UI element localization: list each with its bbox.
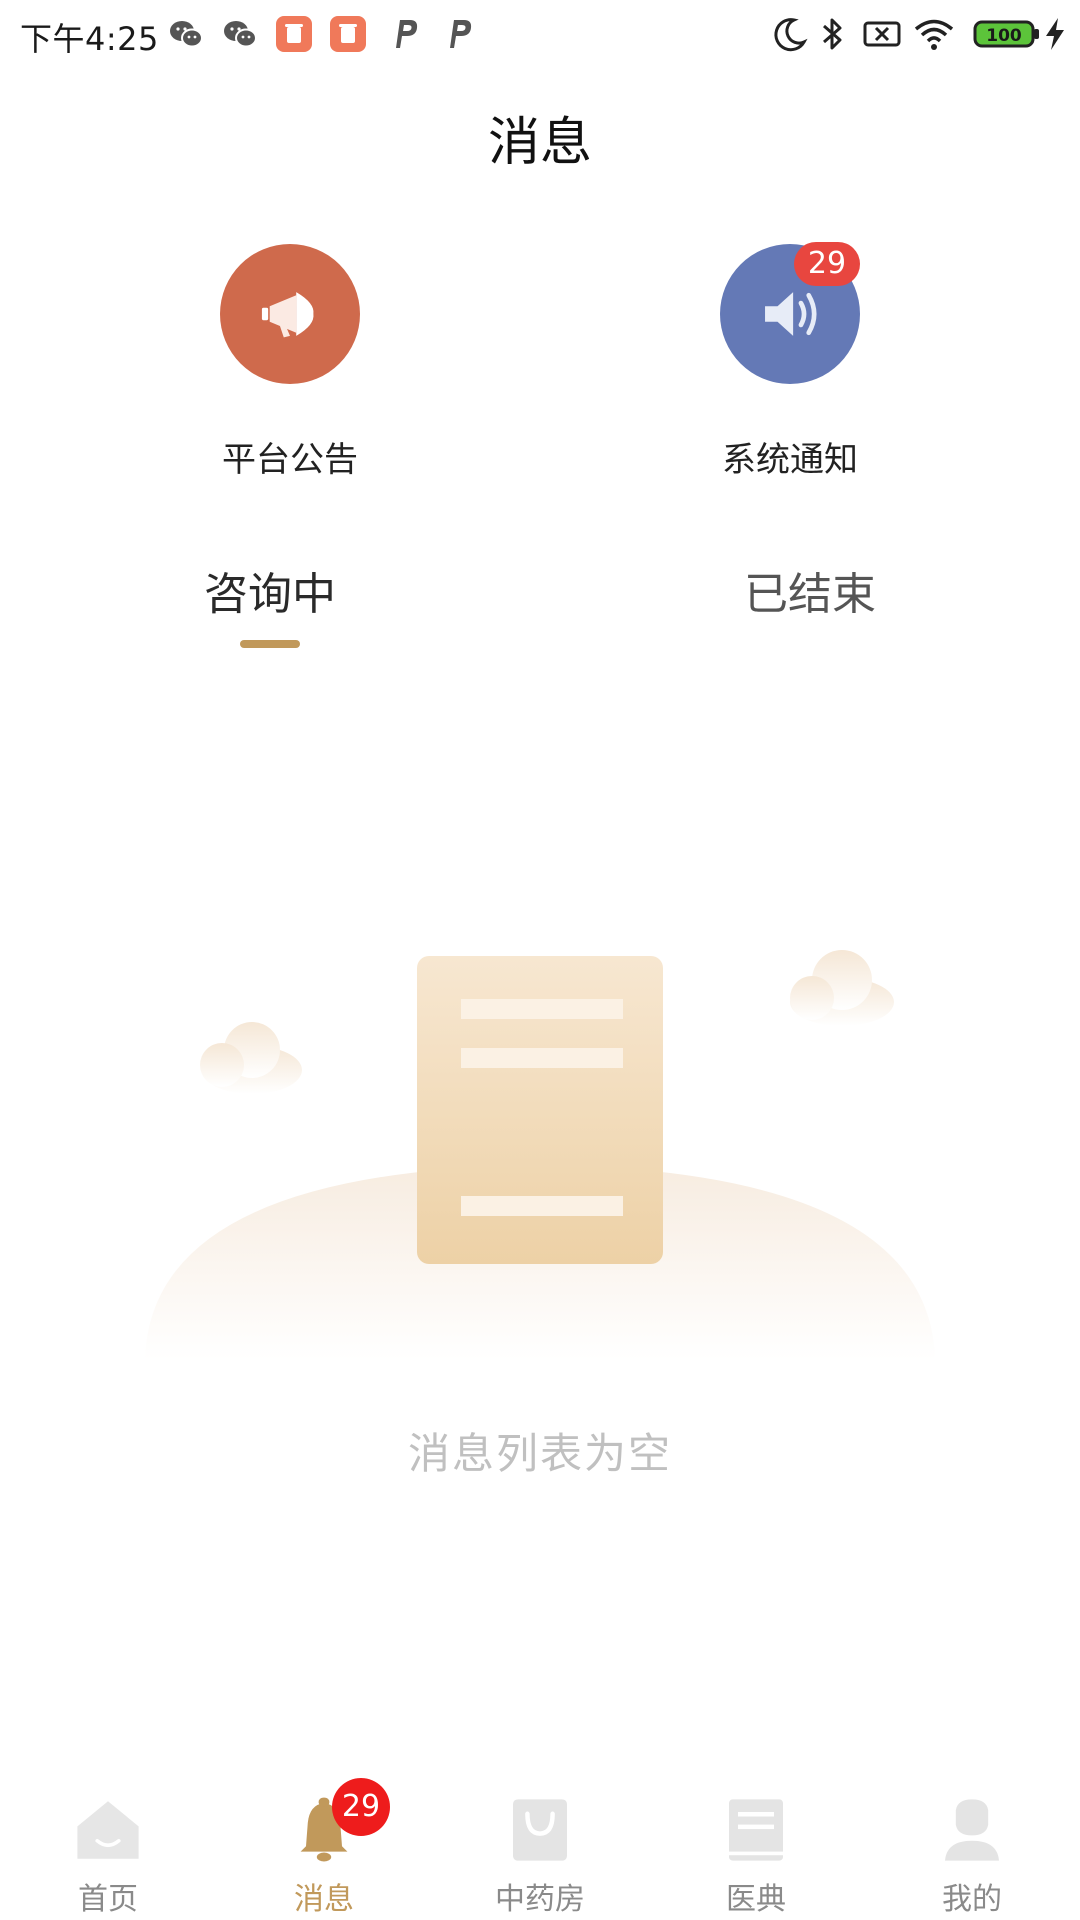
status-time: 下午4:25 — [20, 20, 159, 58]
nav-medical-book-label: 医典 — [726, 1882, 786, 1917]
charging-icon — [1040, 14, 1070, 54]
system-notification-label: 系统通知 — [722, 440, 858, 480]
wechat-icon — [166, 14, 206, 54]
user-icon — [932, 1790, 1012, 1870]
app-icon — [274, 14, 314, 54]
cloud-right — [790, 950, 894, 1026]
wechat-icon — [220, 14, 260, 54]
platform-announcement-shortcut[interactable]: 平台公告 — [170, 244, 410, 481]
battery-level-text: 100 — [986, 26, 1022, 46]
speaker-icon: 29 — [720, 242, 860, 384]
tab-consulting[interactable]: 咨询中 — [170, 558, 370, 622]
nav-pharmacy[interactable]: 中药房 — [432, 1776, 648, 1920]
nav-pharmacy-label: 中药房 — [495, 1882, 585, 1917]
nav-messages-label: 消息 — [294, 1882, 354, 1917]
tab-ended-label: 已结束 — [744, 569, 876, 620]
nav-home-label: 首页 — [78, 1882, 138, 1917]
tab-active-indicator — [240, 640, 300, 648]
messages-screen: 下午4:25 100 消息 平台公告 29 系统通知 咨询中 已结束 消息列表为… — [0, 0, 1080, 1920]
moon-icon — [770, 14, 810, 54]
nav-messages[interactable]: 29 消息 — [216, 1776, 432, 1920]
status-bar: 下午4:25 100 — [0, 0, 1080, 72]
nav-profile[interactable]: 我的 — [864, 1776, 1080, 1920]
p-icon — [438, 14, 478, 54]
notification-badge: 29 — [794, 242, 860, 286]
book-icon — [716, 1790, 796, 1870]
system-notification-shortcut[interactable]: 29 系统通知 — [670, 242, 910, 481]
bluetooth-icon — [812, 14, 852, 54]
platform-announcement-label: 平台公告 — [222, 440, 358, 480]
empty-state-message: 消息列表为空 — [407, 1429, 672, 1478]
shopping-bag-icon — [500, 1790, 580, 1870]
bell-icon: 29 — [284, 1778, 390, 1870]
tab-ended[interactable]: 已结束 — [710, 558, 910, 622]
battery-icon: 100 — [972, 14, 1042, 54]
p-icon — [384, 14, 424, 54]
nav-profile-label: 我的 — [942, 1882, 1002, 1917]
tab-consulting-label: 咨询中 — [204, 569, 336, 620]
cloud-left — [200, 1022, 302, 1094]
bottom-navigation: 首页 29 消息 中药房 医典 我的 — [0, 1776, 1080, 1920]
nav-home[interactable]: 首页 — [0, 1776, 216, 1920]
page-title: 消息 — [487, 113, 592, 173]
megaphone-icon — [220, 244, 360, 384]
document-icon — [417, 956, 663, 1264]
nav-medical-book[interactable]: 医典 — [648, 1776, 864, 1920]
no-sim-icon — [862, 14, 902, 54]
empty-state-illustration — [0, 940, 1080, 1360]
messages-badge: 29 — [332, 1778, 390, 1836]
wifi-icon — [914, 14, 954, 54]
app-icon — [328, 14, 368, 54]
home-icon — [68, 1790, 148, 1870]
